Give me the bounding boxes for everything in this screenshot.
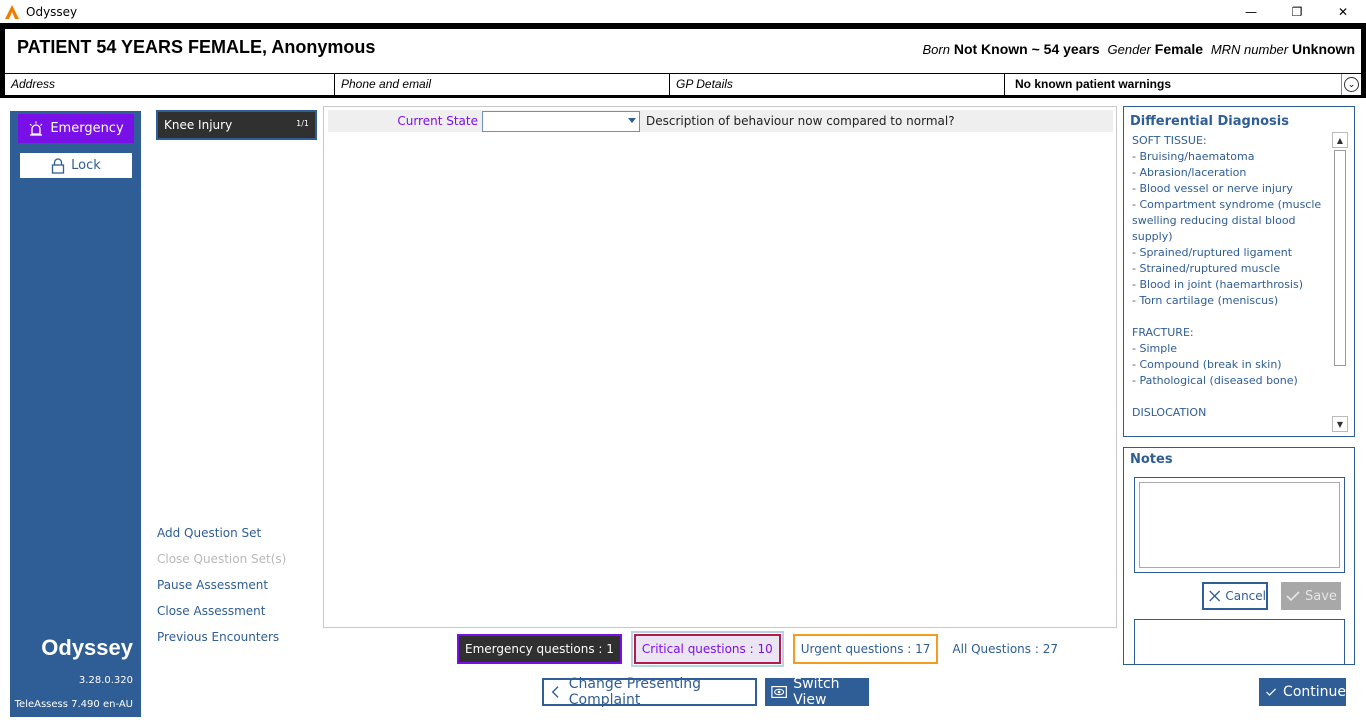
chevron-left-icon: [551, 686, 559, 698]
ddx-line: - Torn cartilage (meniscus): [1132, 294, 1279, 307]
scroll-up-icon[interactable]: ▲: [1332, 132, 1348, 148]
ddx-line: - Strained/ruptured muscle: [1132, 262, 1281, 275]
question-set-count: 1/1: [296, 119, 309, 128]
version-text: 3.28.0.320: [78, 675, 133, 686]
patient-name: PATIENT 54 YEARS FEMALE, Anonymous: [17, 37, 376, 57]
sidebar: Emergency Lock Odyssey 3.28.0.320 TeleAs…: [10, 111, 141, 717]
continue-button[interactable]: Continue: [1259, 678, 1346, 706]
notes-textarea-inner[interactable]: [1139, 482, 1340, 568]
notes-cancel-button[interactable]: Cancel: [1202, 582, 1268, 610]
question-label: Current State: [397, 114, 478, 128]
lock-icon: [52, 157, 65, 174]
add-question-set-link[interactable]: Add Question Set: [157, 526, 286, 552]
notes-textarea[interactable]: [1134, 477, 1345, 573]
patient-meta: Born Not Known ~ 54 years Gender Female …: [922, 41, 1355, 57]
close-question-sets-link[interactable]: Close Question Set(s): [157, 552, 286, 578]
close-icon: [1209, 590, 1221, 602]
emergency-questions-filter[interactable]: Emergency questions : 1: [457, 634, 622, 664]
close-assessment-link[interactable]: Close Assessment: [157, 604, 286, 630]
born-value: Not Known ~ 54 years: [953, 41, 1100, 57]
change-presenting-complaint-button[interactable]: Change Presenting Complaint: [542, 676, 757, 708]
ddx-line: [1132, 309, 1328, 325]
patient-info-row: Address Phone and email GP Details No kn…: [5, 74, 1361, 95]
dropdown-arrow-icon: [628, 117, 636, 123]
emergency-label: Emergency: [50, 121, 124, 136]
notes-panel: Notes Cancel Save: [1123, 447, 1355, 665]
lock-label: Lock: [71, 158, 101, 173]
window-title: Odyssey: [26, 4, 78, 19]
switch-view-label: Switch View: [793, 676, 840, 708]
ddx-line: - Bruising/haematoma: [1132, 150, 1255, 163]
checkmark-icon: [1286, 591, 1300, 602]
scroll-thumb[interactable]: [1334, 150, 1346, 366]
notes-title: Notes: [1130, 452, 1173, 467]
teleassess-version: TeleAssess 7.490 en-AU: [14, 699, 133, 710]
scroll-down-icon[interactable]: ▼: [1332, 416, 1348, 432]
switch-view-button[interactable]: Switch View: [765, 676, 869, 708]
cancel-label: Cancel: [1225, 589, 1266, 603]
gender-label: Gender: [1107, 42, 1151, 57]
question-set-tab-knee-injury[interactable]: Knee Injury 1/1: [156, 110, 317, 140]
emergency-button[interactable]: Emergency: [18, 114, 134, 143]
minimize-button[interactable]: —: [1228, 0, 1274, 23]
notes-save-button[interactable]: Save: [1281, 582, 1341, 610]
mrn-value: Unknown: [1292, 41, 1355, 57]
ddx-line: FRACTURE:: [1132, 326, 1194, 339]
scroll-track[interactable]: [1332, 148, 1348, 416]
gp-details-field[interactable]: GP Details: [670, 74, 1005, 95]
continue-label: Continue: [1283, 684, 1346, 700]
ddx-line: - Simple: [1132, 342, 1178, 355]
ddx-line: - Pathological (diseased bone): [1132, 374, 1298, 387]
expand-banner-button[interactable]: ⌄: [1341, 74, 1361, 95]
question-set-name: Knee Injury: [164, 118, 233, 132]
patient-header: PATIENT 54 YEARS FEMALE, Anonymous Born …: [5, 29, 1361, 73]
question-row-current-state: Current State Description of behaviour n…: [328, 110, 1113, 132]
maximize-button[interactable]: ❐: [1274, 0, 1320, 23]
differential-diagnosis-list: SOFT TISSUE: - Bruising/haematoma - Abra…: [1132, 133, 1328, 421]
phone-email-field[interactable]: Phone and email: [335, 74, 670, 95]
ddx-line: - Compound (break in skin): [1132, 358, 1282, 371]
urgent-questions-filter[interactable]: Urgent questions : 17: [792, 634, 939, 664]
close-window-button[interactable]: ✕: [1320, 0, 1366, 23]
patient-banner: PATIENT 54 YEARS FEMALE, Anonymous Born …: [0, 23, 1366, 98]
critical-questions-filter[interactable]: Critical questions : 10: [630, 631, 784, 667]
lock-button[interactable]: Lock: [20, 153, 132, 178]
address-field[interactable]: Address: [5, 74, 335, 95]
assessment-links: Add Question Set Close Question Set(s) P…: [157, 526, 286, 656]
differential-diagnosis-title: Differential Diagnosis: [1130, 114, 1289, 129]
odyssey-logo-icon: [5, 4, 19, 19]
mrn-label: MRN number: [1210, 42, 1289, 57]
checkmark-icon: [1266, 688, 1276, 696]
save-label: Save: [1305, 588, 1337, 604]
all-questions-filter[interactable]: All Questions : 27: [946, 634, 1064, 664]
question-counters: Emergency questions : 1 Critical questio…: [457, 631, 1064, 667]
eye-icon: [771, 686, 787, 698]
double-chevron-down-icon: ⌄: [1344, 77, 1359, 92]
ddx-line: - Compartment syndrome (muscle swelling …: [1132, 198, 1322, 243]
brand-name: Odyssey: [41, 635, 133, 660]
previous-encounters-link[interactable]: Previous Encounters: [157, 630, 286, 656]
pause-assessment-link[interactable]: Pause Assessment: [157, 578, 286, 604]
change-presenting-complaint-label: Change Presenting Complaint: [568, 676, 701, 708]
patient-warnings: No known patient warnings: [1015, 77, 1172, 91]
differential-scrollbar[interactable]: ▲ ▼: [1332, 132, 1348, 432]
question-description: Description of behaviour now compared to…: [646, 114, 955, 128]
born-label: Born: [922, 42, 950, 57]
ddx-line: - Blood in joint (haemarthrosis): [1132, 278, 1304, 291]
title-bar: Odyssey — ❐ ✕: [0, 0, 1366, 23]
ddx-line: [1132, 389, 1328, 405]
window-controls: — ❐ ✕: [1228, 0, 1366, 23]
notes-history: [1134, 619, 1345, 665]
question-panel: Current State Description of behaviour n…: [323, 106, 1117, 628]
gender-value: Female: [1154, 41, 1204, 57]
current-state-select[interactable]: [482, 110, 640, 132]
ddx-line: DISLOCATION: [1132, 406, 1207, 419]
ddx-line: SOFT TISSUE:: [1132, 134, 1207, 147]
ddx-line: - Sprained/ruptured ligament: [1132, 246, 1293, 259]
alarm-icon: [29, 121, 43, 136]
ddx-line: - Blood vessel or nerve injury: [1132, 182, 1293, 195]
ddx-line: - Abrasion/laceration: [1132, 166, 1247, 179]
differential-diagnosis-panel: Differential Diagnosis SOFT TISSUE: - Br…: [1123, 106, 1355, 437]
